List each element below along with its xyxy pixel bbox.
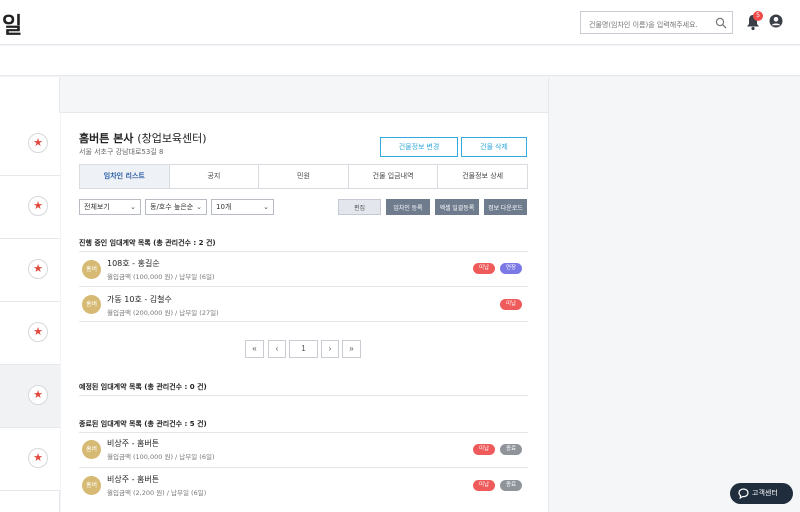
status-badge: 연장: [500, 263, 522, 274]
excel-import-button[interactable]: 엑셀 일괄등록: [435, 199, 479, 215]
tenant-name[interactable]: 108호 - 홍길순: [107, 258, 160, 269]
scheduled-contracts-title: 예정된 임대계약 목록 (총 관리건수 : 0 건): [79, 383, 207, 391]
page-1-button[interactable]: 1: [289, 340, 318, 358]
next-page-button[interactable]: ›: [321, 340, 339, 358]
download-info-button[interactable]: 정보 다운로드: [484, 199, 527, 215]
star-icon[interactable]: ★: [28, 259, 48, 279]
status-badge: 미납: [473, 444, 495, 455]
divider: [79, 251, 528, 252]
building-address: 서울 서초구 강남대로53길 8: [79, 148, 164, 156]
avatar: 홈버: [82, 476, 101, 495]
tenant-name[interactable]: 가동 10호 - 김철수: [107, 294, 172, 305]
add-tenant-button[interactable]: 임차인 등록: [386, 199, 430, 215]
tenant-info: 월입금액 (100,000 원) / 납부일 (6일): [107, 273, 215, 281]
delete-building-button[interactable]: 건물 삭제: [461, 137, 527, 157]
avatar: 홈버: [82, 440, 101, 459]
divider: [79, 395, 528, 396]
ended-contracts-title: 종료된 임대계약 목록 (총 관리건수 : 5 건): [79, 420, 207, 428]
building-name-main: 홈버튼 본사: [79, 132, 134, 145]
search-icon[interactable]: [715, 17, 727, 29]
list-item-selected[interactable]: ★: [0, 365, 60, 428]
page-size-value: 10개: [216, 203, 232, 211]
status-badge: 종료: [500, 480, 522, 491]
chat-bubble-icon: [738, 488, 749, 499]
right-panel: [548, 77, 800, 512]
status-badge: 미납: [500, 299, 522, 310]
status-badge: 미납: [473, 480, 495, 491]
tenant-info: 월입금액 (100,000 원) / 납부일 (6일): [107, 453, 215, 461]
building-name: 홈버튼 본사 (창업보육센터): [79, 130, 207, 146]
star-icon[interactable]: ★: [28, 322, 48, 342]
prev-page-button[interactable]: ‹: [268, 340, 286, 358]
divider: [79, 286, 528, 287]
active-contracts-title: 진행 중인 임대계약 목록 (총 관리건수 : 2 건): [79, 239, 216, 247]
tenant-info: 월입금액 (2,200 원) / 납부일 (6일): [107, 489, 207, 497]
status-badge: 종료: [500, 444, 522, 455]
divider: [79, 467, 528, 468]
chevron-down-icon: ⌄: [130, 203, 136, 211]
star-icon[interactable]: ★: [28, 196, 48, 216]
top-bar: 일 5: [0, 0, 800, 45]
list-item[interactable]: ★: [0, 176, 60, 239]
search-input[interactable]: [581, 14, 711, 36]
list-item[interactable]: ★: [0, 239, 60, 302]
chevron-down-icon: ⌄: [263, 203, 269, 211]
tab-building-detail[interactable]: 건물정보 상세: [438, 165, 527, 188]
list-item[interactable]: ★: [0, 428, 60, 491]
tab-tenant-list[interactable]: 임차인 리스트: [80, 165, 170, 188]
tab-deposit-history[interactable]: 건물 입금내역: [348, 165, 439, 188]
star-icon[interactable]: ★: [28, 448, 48, 468]
divider: [79, 321, 528, 322]
view-filter-value: 전체보기: [84, 203, 110, 211]
tab-complaint[interactable]: 민원: [259, 165, 349, 188]
divider: [79, 432, 528, 433]
avatar: 홈버: [82, 295, 101, 314]
customer-center-label: 고객센터: [752, 489, 778, 497]
tenant-name[interactable]: 비상주 - 홈버튼: [107, 474, 159, 485]
star-icon[interactable]: ★: [28, 133, 48, 153]
register-bar: [0, 77, 548, 113]
page-size-select[interactable]: 10개 ⌄: [211, 199, 274, 215]
edit-list-button[interactable]: 편집: [338, 199, 381, 215]
status-badge: 미납: [473, 263, 495, 274]
sort-select[interactable]: 동/호수 높은순 ⌄: [145, 199, 207, 215]
sub-bar: [0, 46, 800, 76]
first-page-button[interactable]: «: [245, 340, 264, 358]
tenant-info: 월입금액 (200,000 원) / 납부일 (27일): [107, 309, 219, 317]
last-page-button[interactable]: »: [342, 340, 361, 358]
customer-center-button[interactable]: 고객센터: [730, 483, 793, 504]
search-box[interactable]: [580, 11, 733, 36]
sort-value: 동/호수 높은순: [150, 203, 194, 211]
tab-bar: 임차인 리스트 공지 민원 건물 입금내역 건물정보 상세: [79, 164, 528, 189]
notification-badge: 5: [753, 11, 763, 21]
user-avatar-icon[interactable]: [769, 14, 783, 28]
avatar: 홈버: [82, 260, 101, 279]
tab-notice[interactable]: 공지: [169, 165, 260, 188]
app-logo[interactable]: 일: [2, 8, 22, 40]
star-icon[interactable]: ★: [28, 385, 48, 405]
edit-building-button[interactable]: 건물정보 변경: [380, 137, 458, 157]
tenant-name[interactable]: 비상주 - 홈버튼: [107, 438, 159, 449]
chevron-down-icon: ⌄: [196, 203, 202, 211]
list-item[interactable]: ★: [0, 113, 60, 176]
building-name-sub: (창업보육센터): [137, 132, 207, 145]
building-list-panel: ★ ★ ★ ★ ★ ★: [0, 77, 60, 512]
view-filter-select[interactable]: 전체보기 ⌄: [79, 199, 141, 215]
list-item[interactable]: ★: [0, 302, 60, 365]
